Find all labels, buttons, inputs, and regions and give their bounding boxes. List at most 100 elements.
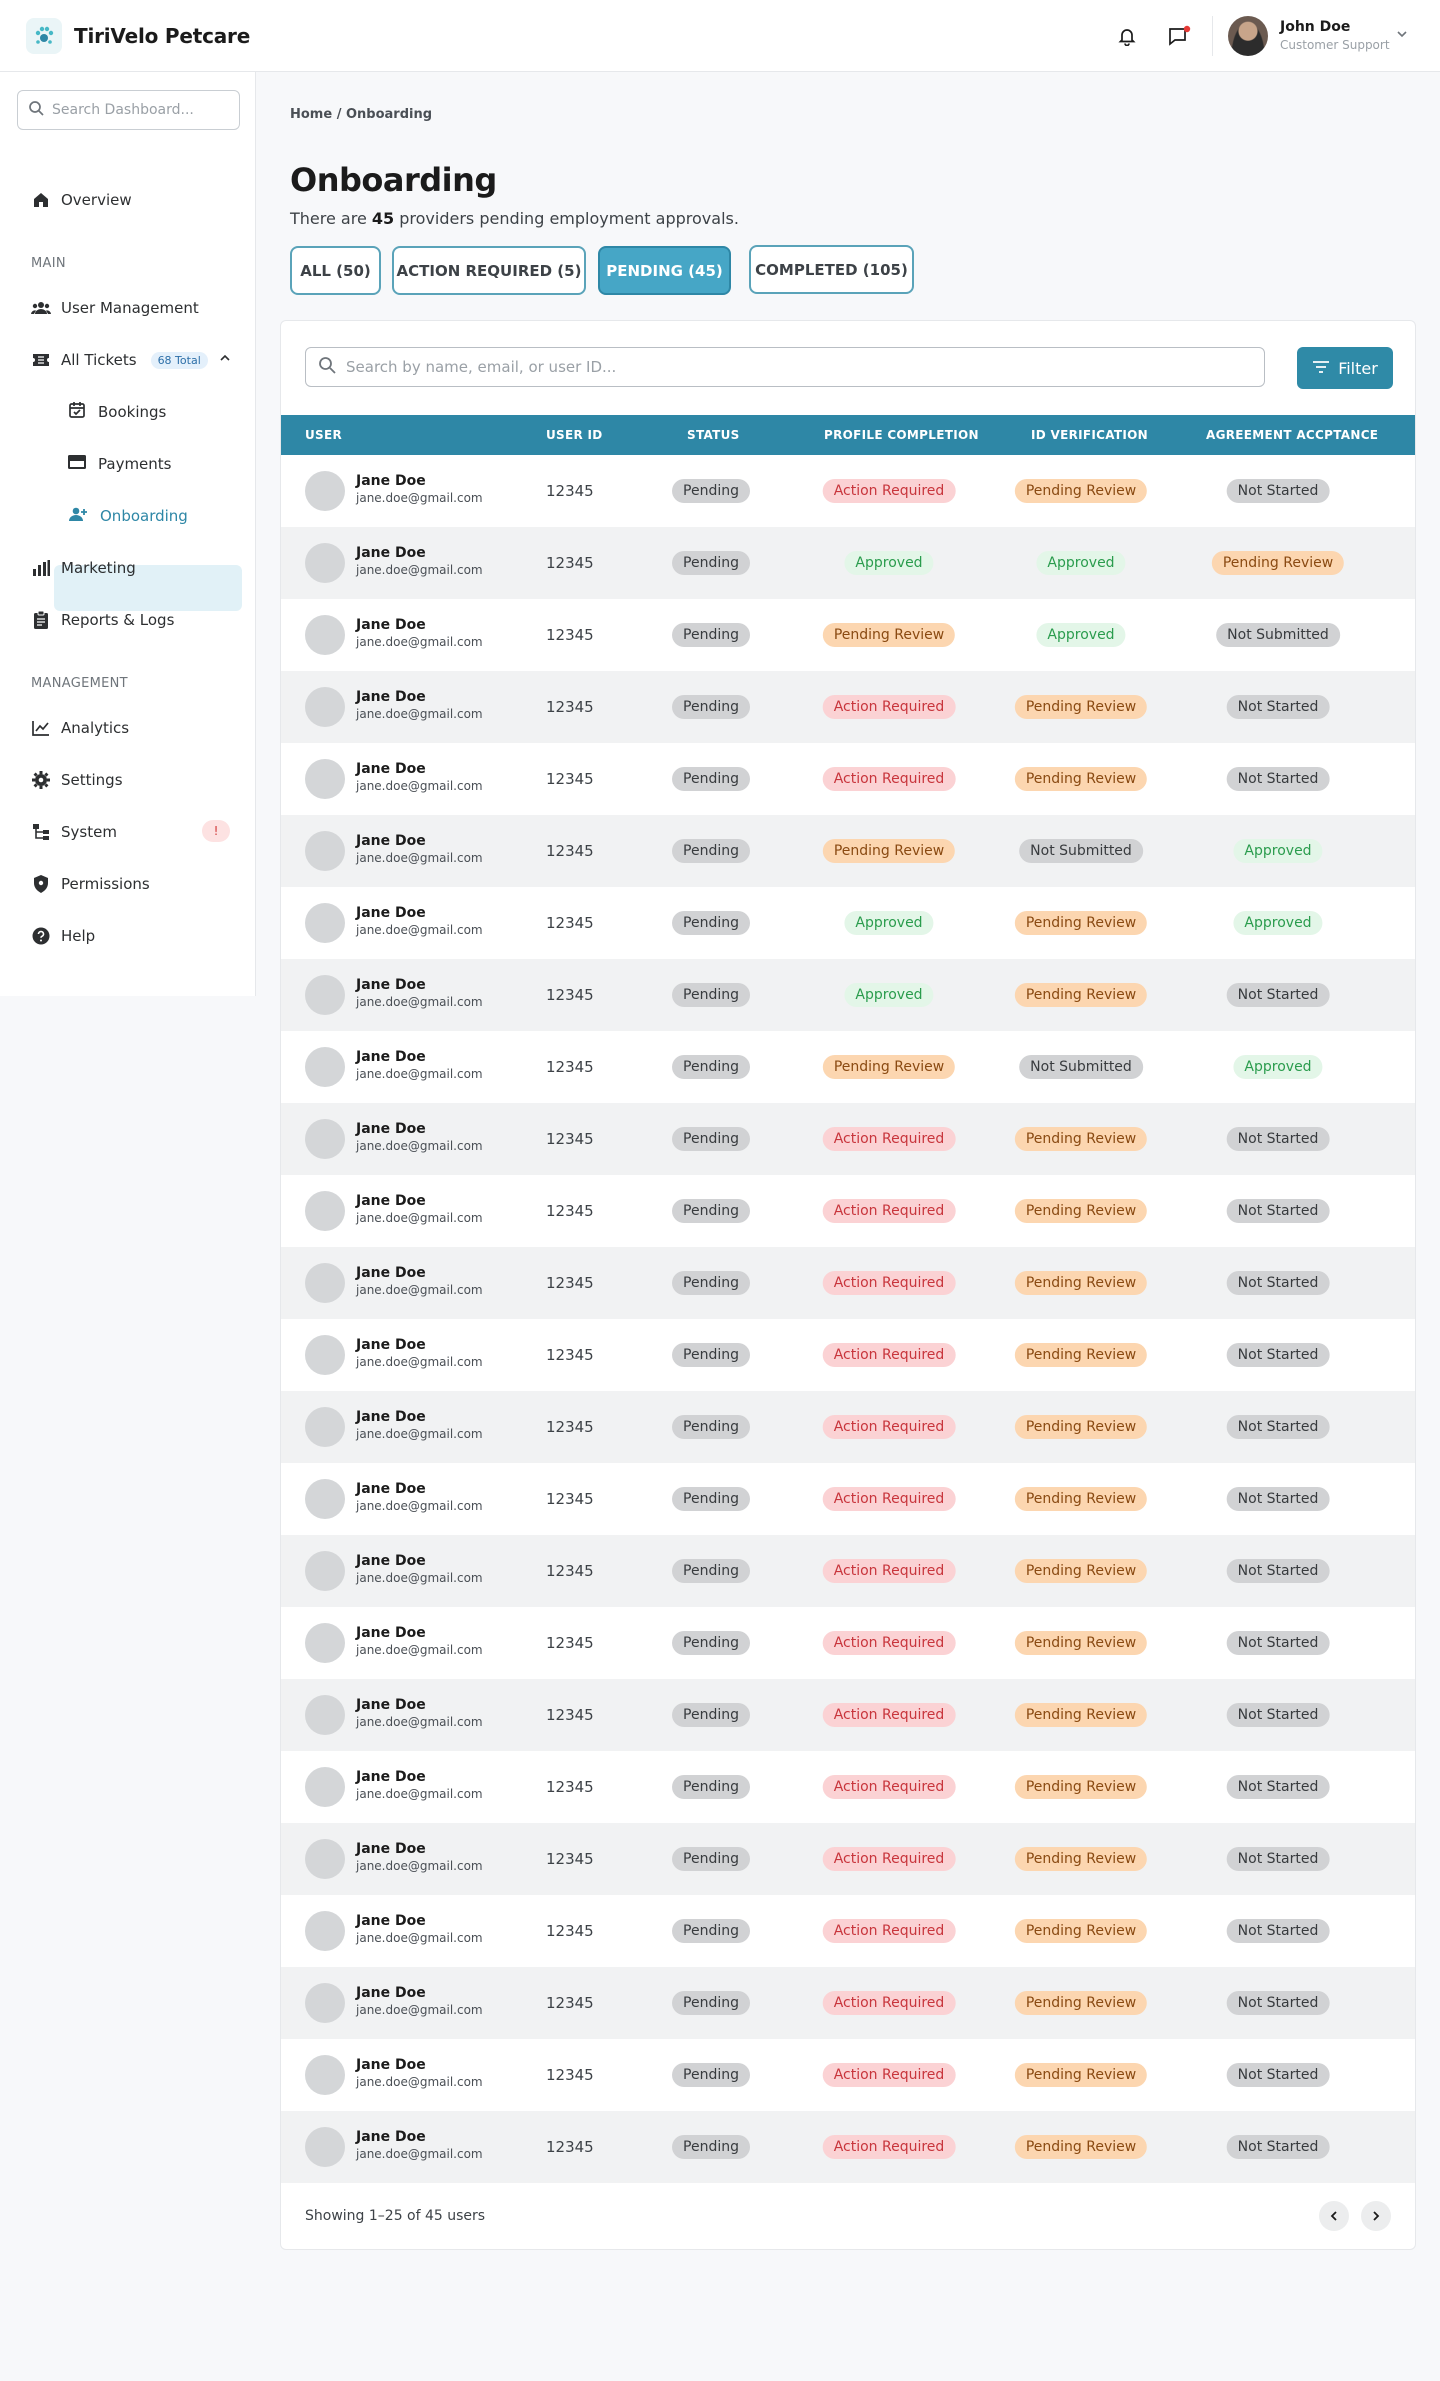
chevron-down-icon[interactable] <box>1394 26 1410 42</box>
table-row[interactable]: Jane Doe jane.doe@gmail.com 12345 Pending Ac… <box>281 2111 1415 2183</box>
table-row[interactable]: Jane Doe jane.doe@gmail.com 12345 Pending Ac… <box>281 1463 1415 1535</box>
chevron-left-icon[interactable] <box>1319 2201 1349 2231</box>
tab-completed[interactable]: COMPLETED (105) <box>749 245 914 294</box>
brand[interactable]: TiriVelo Petcare <box>26 18 250 54</box>
page-title: Onboarding <box>290 161 497 199</box>
table-row[interactable]: Jane Doe jane.doe@gmail.com 12345 Pending Pe… <box>281 1031 1415 1103</box>
user-id: 12345 <box>546 1058 594 1076</box>
table-row[interactable]: Jane Doe jane.doe@gmail.com 12345 Pending Ac… <box>281 743 1415 815</box>
sidebar-item-overview[interactable]: Overview <box>31 188 132 212</box>
table-row[interactable]: Jane Doe jane.doe@gmail.com 12345 Pending Pe… <box>281 815 1415 887</box>
agreement-acceptance-badge: Not Started <box>1226 1775 1330 1799</box>
user-name: Jane Doe <box>356 473 426 489</box>
sidebar-search-input[interactable]: Search Dashboard... <box>17 90 240 130</box>
sidebar-item-system[interactable]: System <box>31 820 117 844</box>
breadcrumb[interactable]: Home / Onboarding <box>290 107 432 122</box>
user-name: Jane Doe <box>356 1841 426 1857</box>
table-row[interactable]: Jane Doe jane.doe@gmail.com 12345 Pending Ac… <box>281 455 1415 527</box>
column-header-agreement-acceptance[interactable]: AGREEMENT ACCPTANCE <box>1206 428 1378 442</box>
user-id: 12345 <box>546 482 594 500</box>
user-name: Jane Doe <box>356 1193 426 1209</box>
users-table-card: Search by name, email, or user ID... Fil… <box>280 320 1416 2250</box>
table-row[interactable]: Jane Doe jane.doe@gmail.com 12345 Pending Ac… <box>281 1607 1415 1679</box>
sidebar-item-all-tickets[interactable]: All Tickets 68 Total <box>31 348 232 372</box>
user-avatar[interactable] <box>1228 16 1268 56</box>
sidebar-item-reports-logs[interactable]: Reports & Logs <box>31 608 174 632</box>
profile-completion-badge: Approved <box>844 911 934 935</box>
table-row[interactable]: Jane Doe jane.doe@gmail.com 12345 Pending Ac… <box>281 1967 1415 2039</box>
bell-icon[interactable] <box>1113 22 1141 50</box>
profile-completion-badge: Action Required <box>822 695 956 719</box>
tab-action-required[interactable]: ACTION REQUIRED (5) <box>392 246 586 295</box>
chevron-right-icon[interactable] <box>1361 2201 1391 2231</box>
table-row[interactable]: Jane Doe jane.doe@gmail.com 12345 Pending Ac… <box>281 671 1415 743</box>
sidebar-item-payments[interactable]: Payments <box>68 452 171 476</box>
user-id: 12345 <box>546 842 594 860</box>
user-id: 12345 <box>546 770 594 788</box>
agreement-acceptance-badge: Approved <box>1233 1055 1323 1079</box>
user-email: jane.doe@gmail.com <box>356 1715 483 1729</box>
user-email: jane.doe@gmail.com <box>356 563 483 577</box>
id-verification-badge: Pending Review <box>1014 983 1148 1007</box>
table-search-input[interactable]: Search by name, email, or user ID... <box>305 347 1265 387</box>
sidebar-item-permissions[interactable]: Permissions <box>31 872 150 896</box>
chevron-up-icon[interactable] <box>218 351 232 369</box>
user-email: jane.doe@gmail.com <box>356 1283 483 1297</box>
column-header-status[interactable]: STATUS <box>687 428 740 442</box>
table-row[interactable]: Jane Doe jane.doe@gmail.com 12345 Pending Ap… <box>281 527 1415 599</box>
message-icon[interactable] <box>1165 22 1193 50</box>
user-name: Jane Doe <box>356 2129 426 2145</box>
column-header-user-id[interactable]: USER ID <box>546 428 603 442</box>
paw-logo-icon <box>26 18 62 54</box>
table-row[interactable]: Jane Doe jane.doe@gmail.com 12345 Pending Ac… <box>281 1175 1415 1247</box>
sidebar-item-user-management[interactable]: User Management <box>31 296 199 320</box>
table-row[interactable]: Jane Doe jane.doe@gmail.com 12345 Pending Ac… <box>281 1319 1415 1391</box>
table-row[interactable]: Jane Doe jane.doe@gmail.com 12345 Pending Ac… <box>281 2039 1415 2111</box>
status-badge: Pending <box>672 623 750 647</box>
user-id: 12345 <box>546 626 594 644</box>
sidebar-item-marketing[interactable]: Marketing <box>31 556 136 580</box>
sidebar-item-analytics[interactable]: Analytics <box>31 716 129 740</box>
table-row[interactable]: Jane Doe jane.doe@gmail.com 12345 Pending Pe… <box>281 599 1415 671</box>
table-row[interactable]: Jane Doe jane.doe@gmail.com 12345 Pending Ac… <box>281 1535 1415 1607</box>
table-row[interactable]: Jane Doe jane.doe@gmail.com 12345 Pending Ap… <box>281 959 1415 1031</box>
table-row[interactable]: Jane Doe jane.doe@gmail.com 12345 Pending Ac… <box>281 1679 1415 1751</box>
hierarchy-icon <box>31 822 51 842</box>
user-name: Jane Doe <box>356 1337 426 1353</box>
profile-completion-badge: Action Required <box>822 1919 956 1943</box>
table-row[interactable]: Jane Doe jane.doe@gmail.com 12345 Pending Ac… <box>281 1247 1415 1319</box>
help-icon <box>31 926 51 946</box>
table-row[interactable]: Jane Doe jane.doe@gmail.com 12345 Pending Ac… <box>281 1895 1415 1967</box>
id-verification-badge: Not Submitted <box>1019 839 1143 863</box>
sidebar-item-bookings[interactable]: Bookings <box>68 400 166 424</box>
column-header-user[interactable]: USER <box>305 428 342 442</box>
avatar <box>305 1695 345 1735</box>
tab-all[interactable]: ALL (50) <box>290 246 381 295</box>
user-email: jane.doe@gmail.com <box>356 1139 483 1153</box>
column-header-id-verification[interactable]: ID VERIFICATION <box>1031 428 1148 442</box>
system-alert-badge: ! <box>202 820 230 842</box>
avatar <box>305 1407 345 1447</box>
table-row[interactable]: Jane Doe jane.doe@gmail.com 12345 Pending Ac… <box>281 1103 1415 1175</box>
agreement-acceptance-badge: Not Started <box>1226 1703 1330 1727</box>
table-row[interactable]: Jane Doe jane.doe@gmail.com 12345 Pending Ac… <box>281 1391 1415 1463</box>
sidebar-item-onboarding[interactable]: Onboarding <box>68 504 188 528</box>
agreement-acceptance-badge: Not Started <box>1226 1487 1330 1511</box>
column-header-profile-completion[interactable]: PROFILE COMPLETION <box>824 428 979 442</box>
avatar <box>305 975 345 1015</box>
table-row[interactable]: Jane Doe jane.doe@gmail.com 12345 Pending Ac… <box>281 1823 1415 1895</box>
table-row[interactable]: Jane Doe jane.doe@gmail.com 12345 Pending Ap… <box>281 887 1415 959</box>
sidebar-item-settings[interactable]: Settings <box>31 768 123 792</box>
profile-completion-badge: Action Required <box>822 1775 956 1799</box>
status-badge: Pending <box>672 695 750 719</box>
user-email: jane.doe@gmail.com <box>356 2147 483 2161</box>
agreement-acceptance-badge: Not Started <box>1226 767 1330 791</box>
sidebar-item-help[interactable]: Help <box>31 924 95 948</box>
table-row[interactable]: Jane Doe jane.doe@gmail.com 12345 Pending Ac… <box>281 1751 1415 1823</box>
tab-pending[interactable]: PENDING (45) <box>598 246 731 295</box>
filter-button[interactable]: Filter <box>1297 347 1393 389</box>
agreement-acceptance-badge: Not Started <box>1226 1199 1330 1223</box>
id-verification-badge: Pending Review <box>1014 1847 1148 1871</box>
home-icon <box>31 190 51 210</box>
profile-completion-badge: Action Required <box>822 1343 956 1367</box>
